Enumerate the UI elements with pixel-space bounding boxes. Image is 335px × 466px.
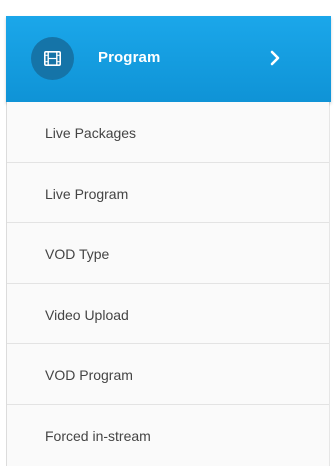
- film-icon: [44, 51, 61, 66]
- chevron-right-icon[interactable]: [268, 49, 282, 67]
- screen: Program Live Packages Live Program VOD T…: [0, 0, 335, 466]
- menu-item-list: Live Packages Live Program VOD Type Vide…: [7, 102, 329, 465]
- menu-item-forced-in-stream[interactable]: Forced in-stream: [7, 404, 329, 465]
- film-icon-badge: [31, 37, 74, 80]
- menu-item-label: Video Upload: [45, 306, 129, 323]
- menu-item-video-upload[interactable]: Video Upload: [7, 283, 329, 344]
- menu-header-label: Program: [98, 49, 161, 66]
- menu-header-program[interactable]: Program: [6, 16, 331, 102]
- menu-item-live-packages[interactable]: Live Packages: [7, 102, 329, 163]
- menu-item-label: Live Program: [45, 185, 129, 202]
- menu-item-vod-program[interactable]: VOD Program: [7, 344, 329, 405]
- menu-item-live-program[interactable]: Live Program: [7, 162, 329, 223]
- menu-item-label: VOD Type: [45, 246, 110, 262]
- menu-item-label: Live Packages: [45, 125, 137, 141]
- sidebar-menu: Program Live Packages Live Program VOD T…: [6, 16, 331, 466]
- menu-item-label: Forced in-stream: [45, 427, 151, 444]
- menu-item-vod-type[interactable]: VOD Type: [7, 223, 329, 284]
- menu-item-label: VOD Program: [45, 367, 133, 383]
